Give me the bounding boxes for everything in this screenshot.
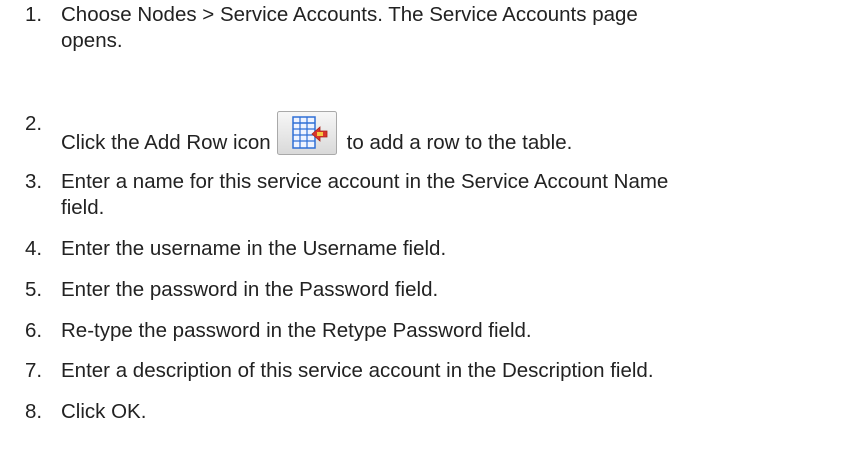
step-text-line: Enter a description of this service acco… [61,359,654,382]
step-number: 4. [25,237,43,260]
step-text-line: Enter the username in the Username field… [61,237,447,260]
step-text: Click the Add Row icon to add a row to t… [61,111,851,156]
instruction-steps: 1. Choose Nodes > Service Accounts. The … [0,0,858,461]
step-text: Re-type the password in the Retype Passw… [61,318,851,344]
add-row-icon[interactable] [276,111,337,155]
step-number: 5. [25,278,43,301]
step-number: 3. [25,170,43,193]
step-text: Enter the password in the Password field… [61,277,851,303]
step-text: Enter a name for this service account in… [61,169,851,221]
step-number: 2. [25,112,43,135]
step-number: 8. [25,400,43,423]
step-text-line: opens. [61,29,123,52]
step-text: Enter the username in the Username field… [61,236,851,262]
step-text-line: field. [61,196,105,219]
step-number: 1. [25,3,43,26]
step-number: 6. [25,319,43,342]
step-text: Choose Nodes > Service Accounts. The Ser… [61,2,851,54]
step-text-line: Click OK. [61,400,147,423]
step-text-line: Enter the password in the Password field… [61,278,439,301]
step-text-line: Choose Nodes > Service Accounts. The Ser… [61,3,638,26]
step-text-line: Re-type the password in the Retype Passw… [61,319,532,342]
step-text-after-icon: to add a row to the table. [346,131,573,154]
step-text: Click OK. [61,399,851,425]
step-text-line: Enter a name for this service account in… [61,170,669,193]
step-number: 7. [25,359,43,382]
step-text: Enter a description of this service acco… [61,358,851,384]
step-text-before-icon: Click the Add Row icon [61,131,271,154]
